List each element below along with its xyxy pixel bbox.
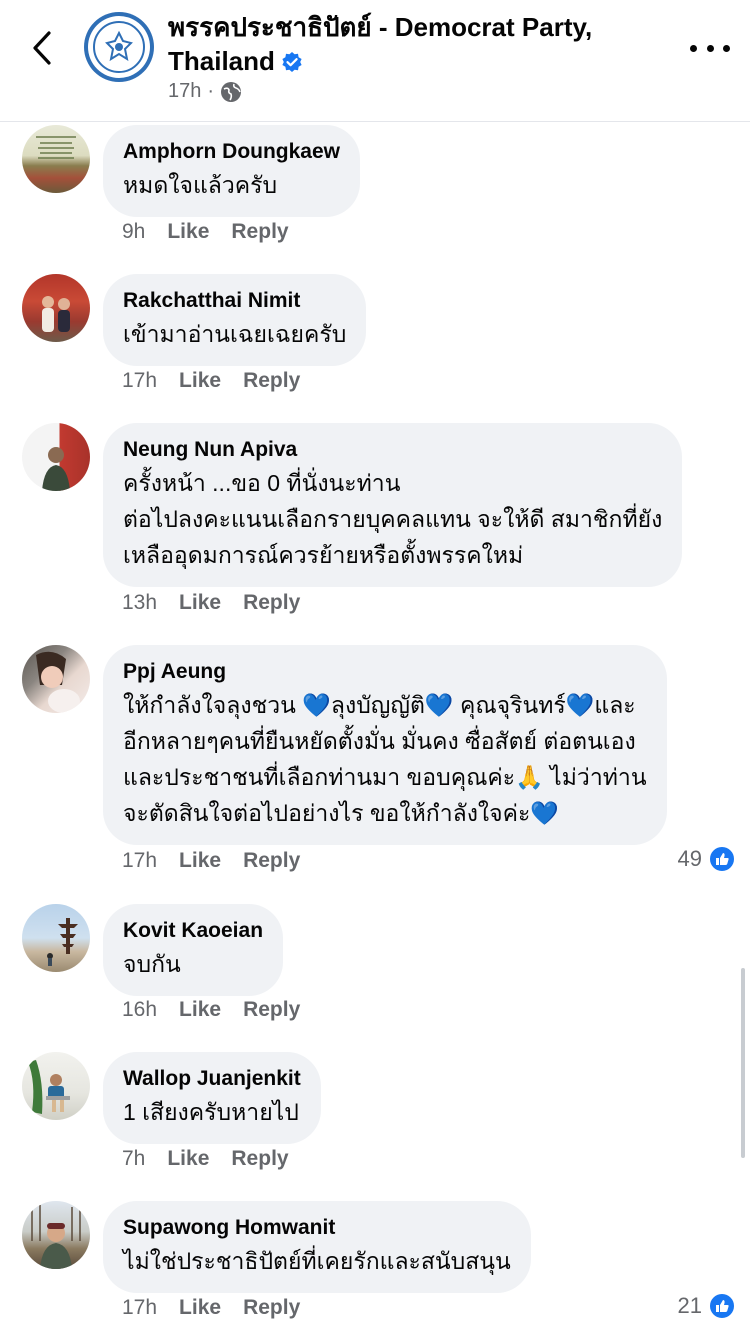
comment-text: ไม่ใช่ประชาธิปัตย์ที่เคยรักและสนับสนุน bbox=[123, 1248, 511, 1274]
avatar[interactable] bbox=[22, 274, 90, 342]
comment-text-line: และประชาชนที่เลือกท่านมา ขอบคุณค่ะ🙏 ไม่ว… bbox=[123, 764, 647, 790]
comment-bubble[interactable]: Rakchatthai Nimit เข้ามาอ่านเฉยเฉยครับ bbox=[103, 274, 367, 366]
comment-bubble[interactable]: Kovit Kaoeian จบกัน bbox=[103, 904, 284, 996]
like-button[interactable]: Like bbox=[167, 220, 209, 244]
comment-time: 13h bbox=[122, 591, 158, 614]
like-button[interactable]: Like bbox=[179, 591, 221, 615]
comment-author[interactable]: Neung Nun Apiva bbox=[123, 435, 662, 465]
comment-time: 7h bbox=[122, 1147, 146, 1170]
avatar[interactable] bbox=[22, 645, 90, 713]
comment-actions: 13h Like Reply bbox=[122, 591, 322, 615]
comment-text: 1 เสียงครับหายไป bbox=[123, 1099, 299, 1125]
like-button[interactable]: Like bbox=[179, 998, 221, 1022]
like-button[interactable]: Like bbox=[179, 369, 221, 393]
comment-text: หมดใจแล้วครับ bbox=[123, 172, 278, 198]
comment-author[interactable]: Ppj Aeung bbox=[123, 657, 647, 687]
page-avatar[interactable] bbox=[84, 12, 154, 82]
avatar[interactable] bbox=[22, 904, 90, 972]
page-title[interactable]: พรรคประชาธิปัตย์ - Democrat Party, Thail… bbox=[168, 10, 638, 78]
comment-author[interactable]: Rakchatthai Nimit bbox=[123, 286, 346, 316]
back-button[interactable] bbox=[22, 26, 62, 70]
avatar[interactable] bbox=[22, 1052, 90, 1120]
scrollbar[interactable] bbox=[741, 968, 745, 1158]
avatar[interactable] bbox=[22, 1201, 90, 1269]
comment-text-line: อีกหลายๆคนที่ยืนหยัดตั้งมั่น มั่นคง ซื่อ… bbox=[123, 728, 636, 754]
reply-button[interactable]: Reply bbox=[243, 998, 300, 1022]
comment-author[interactable]: Kovit Kaoeian bbox=[123, 916, 263, 946]
comment-bubble[interactable]: Neung Nun Apiva ครั้งหน้า ...ขอ 0 ที่นั่… bbox=[103, 423, 683, 587]
like-reaction-icon bbox=[708, 845, 736, 873]
verified-badge-icon bbox=[282, 52, 302, 72]
reaction-count: 49 bbox=[677, 846, 702, 871]
comment-author[interactable]: Wallop Juanjenkit bbox=[123, 1064, 301, 1094]
reaction-count: 21 bbox=[677, 1293, 702, 1318]
comment-time: 16h bbox=[122, 998, 158, 1021]
avatar[interactable] bbox=[22, 125, 90, 193]
comment-time: 17h bbox=[122, 1296, 158, 1319]
comment-actions: 17h Like Reply bbox=[122, 849, 322, 873]
comment-bubble[interactable]: Supawong Homwanit ไม่ใช่ประชาธิปัตย์ที่เ… bbox=[103, 1201, 531, 1293]
comment-actions: 9h Like Reply bbox=[122, 220, 311, 244]
post-time: 17h bbox=[168, 80, 202, 102]
comment-text: จบกัน bbox=[123, 951, 181, 977]
reply-button[interactable]: Reply bbox=[243, 849, 300, 873]
reply-button[interactable]: Reply bbox=[243, 1296, 300, 1320]
page-title-text: พรรคประชาธิปัตย์ - Democrat Party, Thail… bbox=[168, 12, 593, 76]
comment-text-line: ต่อไปลงคะแนนเลือกรายบุคคลแทน จะให้ดี สมา… bbox=[123, 506, 663, 532]
comment-time: 17h bbox=[122, 369, 158, 392]
comment-actions: 17h Like Reply bbox=[122, 1296, 322, 1320]
more-horizontal-icon bbox=[690, 44, 697, 52]
like-button[interactable]: Like bbox=[167, 1147, 209, 1171]
globe-icon bbox=[221, 81, 242, 102]
comment-author[interactable]: Amphorn Doungkaew bbox=[123, 137, 340, 167]
avatar[interactable] bbox=[22, 423, 90, 491]
party-logo-icon bbox=[105, 30, 133, 62]
comment-bubble[interactable]: Wallop Juanjenkit 1 เสียงครับหายไป bbox=[103, 1052, 321, 1144]
reply-button[interactable]: Reply bbox=[231, 220, 288, 244]
comment-time: 17h bbox=[122, 849, 158, 872]
comment-text-line: ให้กำลังใจลุงชวน 💙ลุงบัญญัติ💙 คุณจุรินทร… bbox=[123, 692, 636, 718]
comment-text: เข้ามาอ่านเฉยเฉยครับ bbox=[123, 321, 347, 347]
like-button[interactable]: Like bbox=[179, 1296, 221, 1320]
reply-button[interactable]: Reply bbox=[243, 591, 300, 615]
comment-author[interactable]: Supawong Homwanit bbox=[123, 1213, 511, 1243]
reaction-count-button[interactable]: 21 bbox=[678, 1292, 736, 1320]
post-header: พรรคประชาธิปัตย์ - Democrat Party, Thail… bbox=[0, 0, 750, 122]
like-reaction-icon bbox=[708, 1292, 736, 1320]
comment-actions: 7h Like Reply bbox=[122, 1147, 311, 1171]
comment-time: 9h bbox=[122, 220, 146, 243]
reply-button[interactable]: Reply bbox=[231, 1147, 288, 1171]
comment-text-line: เหลืออุดมการณ์ควรย้ายหรือตั้งพรรคใหม่ bbox=[123, 542, 524, 568]
reply-button[interactable]: Reply bbox=[243, 369, 300, 393]
meta-separator: · bbox=[207, 80, 215, 102]
comment-actions: 16h Like Reply bbox=[122, 998, 322, 1022]
comment-text-line: ครั้งหน้า ...ขอ 0 ที่นั่งนะท่าน bbox=[123, 470, 401, 496]
comment-text-line: จะตัดสินใจต่อไปอย่างไร ขอให้กำลังใจค่ะ💙 bbox=[123, 800, 560, 826]
comment-bubble[interactable]: Amphorn Doungkaew หมดใจแล้วครับ bbox=[103, 125, 361, 217]
post-meta: 17h · bbox=[168, 80, 242, 103]
more-options-button[interactable] bbox=[690, 38, 730, 58]
reaction-count-button[interactable]: 49 bbox=[678, 845, 736, 873]
comment-actions: 17h Like Reply bbox=[122, 369, 322, 393]
chevron-left-icon bbox=[33, 31, 51, 65]
like-button[interactable]: Like bbox=[179, 849, 221, 873]
comment-bubble[interactable]: Ppj Aeung ให้กำลังใจลุงชวน 💙ลุงบัญญัติ💙 … bbox=[103, 645, 667, 845]
